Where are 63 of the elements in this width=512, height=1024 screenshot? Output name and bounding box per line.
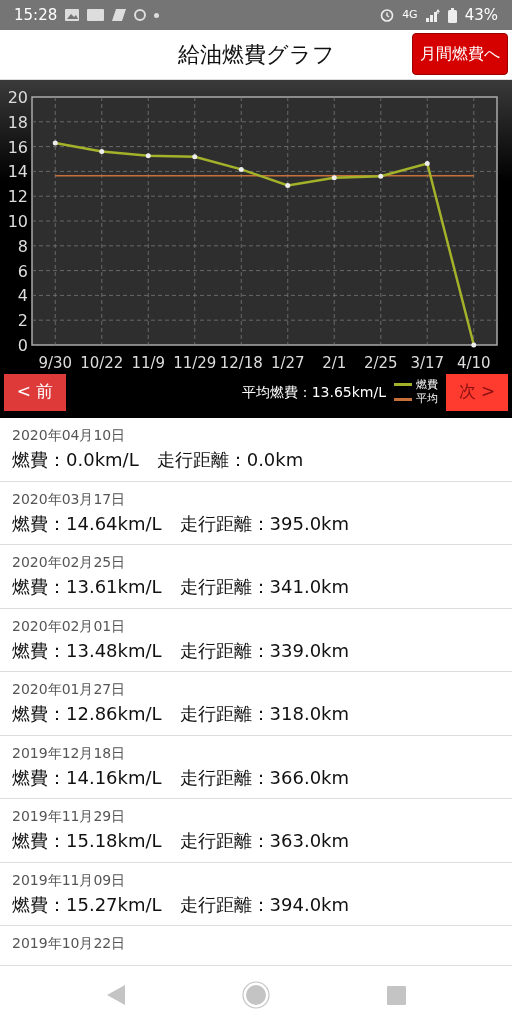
fuel-economy-text: 燃費：15.27km/L	[12, 892, 162, 917]
y-axis-label: 18	[7, 112, 28, 132]
record-date: 2020年04月10日	[12, 426, 127, 445]
y-axis-label: 10	[7, 212, 28, 231]
record-item[interactable]: 2020年01月27日 燃費：12.86km/L 走行距離：318.0km	[0, 672, 512, 736]
y-axis-label: 20	[7, 88, 28, 107]
fuel-economy-text: 燃費：14.16km/L	[12, 765, 162, 790]
network-label: 4G	[402, 6, 418, 23]
distance-text: 走行距離：339.0km	[179, 638, 350, 663]
x-axis-label: 12/18	[219, 354, 263, 370]
distance-text: 走行距離：395.0km	[179, 511, 350, 536]
record-item[interactable]: 2019年11月29日 燃費：15.18km/L 走行距離：363.0km	[0, 799, 512, 863]
distance-text: 走行距離：363.0km	[179, 829, 350, 853]
x-axis-label: 10/22	[80, 354, 124, 370]
distance-text: 走行距離：366.0km	[179, 765, 350, 790]
distance-text: 走行距離：341.0km	[179, 575, 350, 599]
record-item[interactable]: 2019年12月18日 燃費：14.16km/L 走行距離：366.0km	[0, 735, 512, 799]
record-item[interactable]: 2020年03月17日 燃費：14.64km/L 走行距離：395.0km	[0, 481, 512, 545]
x-axis-label: 2/25	[363, 354, 398, 370]
record-date: 2020年02月01日	[12, 616, 127, 636]
y-axis-label: 14	[7, 162, 28, 182]
y-axis-label: 2	[17, 311, 28, 331]
record-date: 2019年11月09日	[12, 870, 127, 890]
distance-text: 走行距離：394.0km	[179, 892, 350, 917]
monthly-button[interactable]: 月間燃費へ	[412, 33, 508, 75]
fuel-economy-text: 燃費：13.48km/L	[12, 638, 162, 663]
battery-level: 43%	[464, 4, 498, 26]
fuel-economy-text: 燃費：14.64km/L	[12, 511, 162, 536]
record-date: 2020年01月27日	[12, 680, 127, 699]
record-date: 2019年12月18日	[12, 743, 127, 763]
fuel-economy-text: 燃費：15.18km/L	[12, 829, 162, 853]
fuel-economy-text: 燃費：13.61km/L	[12, 575, 162, 599]
x-axis-label: 11/9	[131, 354, 166, 370]
record-date: 2019年11月29日	[12, 807, 127, 826]
y-axis-label: 4	[17, 286, 28, 306]
record-item[interactable]: 2020年04月10日 燃費：0.0km/L 走行距離：0.0km	[0, 418, 512, 482]
distance-text: 走行距離：0.0km	[156, 448, 304, 472]
distance-text: 走行距離：318.0km	[179, 702, 350, 726]
record-date: 2020年02月25日	[12, 553, 127, 572]
screen-title: 給油燃費グラフ	[177, 41, 335, 69]
fuel-economy-text: 燃費：12.86km/L	[12, 702, 162, 726]
record-date: 2019年10月22日	[12, 934, 127, 953]
x-axis-label: 2/1	[322, 354, 347, 370]
x-axis-label: 4/10	[456, 354, 491, 370]
fuel-economy-text: 燃費：0.0km/L	[12, 448, 139, 472]
previous-button[interactable]: < 前	[4, 373, 66, 411]
status-time: 15:28	[14, 4, 58, 26]
y-axis-label: 0	[17, 336, 28, 355]
y-axis-label: 6	[17, 261, 28, 281]
x-axis-label: 11/29	[173, 354, 217, 370]
legend-label: 平均	[416, 392, 438, 407]
x-axis-label: 9/30	[38, 354, 73, 370]
average-fuel-economy: 平均燃費：13.65km/L	[241, 382, 386, 402]
x-axis-label: 1/27	[270, 354, 305, 370]
record-item[interactable]: 2019年11月09日 燃費：15.27km/L 走行距離：394.0km	[0, 862, 512, 926]
legend-label: 燃費	[416, 377, 438, 392]
y-axis-label: 16	[7, 137, 28, 157]
record-item[interactable]: 2020年02月25日 燃費：13.61km/L 走行距離：341.0km	[0, 545, 512, 609]
record-item[interactable]: 2020年02月01日 燃費：13.48km/L 走行距離：339.0km	[0, 608, 512, 672]
y-axis-label: 12	[7, 187, 28, 207]
record-date: 2020年03月17日	[12, 489, 127, 509]
x-axis-label: 3/17	[410, 354, 445, 370]
y-axis-label: 8	[17, 236, 28, 256]
